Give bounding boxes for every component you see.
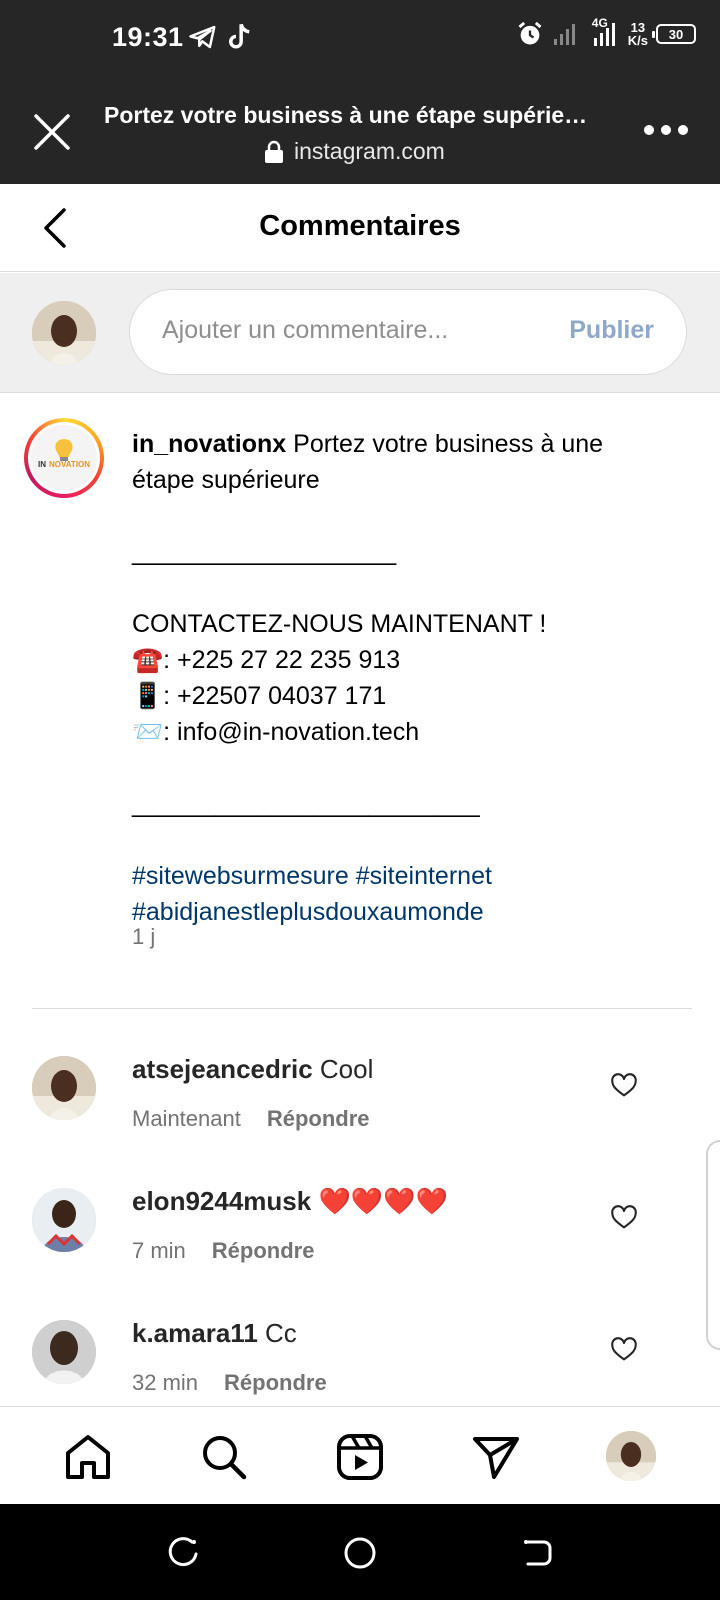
comment-text: ❤️❤️❤️❤️ [318,1186,448,1216]
divider [32,1008,692,1009]
comment-meta: 7 min Répondre [132,1238,314,1264]
heart-icon[interactable] [610,1336,638,1364]
caption-text: in_novationx Portez votre business à une… [132,426,692,930]
reels-icon[interactable] [334,1431,386,1483]
status-right-group: 4G 13 K/s 30 [516,16,696,48]
contact-email: 📨: info@in-novation.tech [132,718,420,746]
hashtag-link[interactable]: #abidjanestleplusdouxaumonde [132,898,484,926]
contact-heading: CONTACTEZ-NOUS MAINTENANT ! [132,610,547,638]
alarm-icon [518,21,542,45]
network-speed: 13 K/s [628,21,648,47]
reply-button[interactable]: Répondre [224,1370,327,1396]
avatar-portrait-icon [32,301,96,365]
in-novation-logo: IN NOVATION [31,425,97,491]
comment-content: elon9244musk ❤️❤️❤️❤️ [132,1186,448,1217]
publish-button[interactable]: Publier [569,316,654,345]
heart-icon[interactable] [610,1204,638,1232]
browser-page-title: Portez votre business à une étape supéri… [104,102,588,128]
lock-icon [265,140,283,163]
page-title: Commentaires [259,210,461,242]
svg-text:IN: IN [38,460,46,469]
browser-url-text: instagram.com [294,138,445,164]
comments-header: Commentaires [0,184,720,272]
avatar-portrait-icon [32,1188,96,1252]
comment-time: 7 min [132,1238,186,1263]
comment-item: elon9244musk ❤️❤️❤️❤️ 7 min Répondre [0,1168,720,1300]
comment-username[interactable]: k.amara11 [132,1318,258,1348]
author-avatar-story-ring[interactable]: IN NOVATION [24,418,104,498]
home-icon[interactable] [62,1431,114,1483]
close-icon[interactable] [30,110,74,154]
current-user-avatar [32,301,96,365]
status-app-icons [188,22,254,52]
recents-icon[interactable] [164,1534,202,1572]
comment-time: Maintenant [132,1106,241,1131]
signal-icon [553,24,575,45]
hashtag-link[interactable]: #sitewebsurmesure [132,862,349,890]
contact-phone-mobile: 📱: +22507 04037 171 [132,682,387,710]
comment-item: atsejeancedric Cool Maintenant Répondre [0,1036,720,1168]
status-bar: 19:31 4G 13 K/s 30 [0,0,720,82]
caption-separator: ___________________ [132,538,397,566]
comment-composer: Publier [0,273,720,393]
caption-line-1: Portez votre business à une [293,430,604,458]
mobile-data-indicator: 4G [590,16,620,48]
comment-time: 32 min [132,1370,199,1395]
commenter-avatar[interactable] [32,1320,96,1384]
system-navigation-bar [0,1504,720,1600]
post-timestamp: 1 j [132,924,156,949]
reply-button[interactable]: Répondre [267,1106,370,1132]
comment-meta: 32 min Répondre [132,1370,327,1396]
commenter-avatar[interactable] [32,1188,96,1252]
browser-url: instagram.com [264,138,445,165]
avatar-portrait-icon [606,1431,656,1481]
more-icon[interactable] [642,118,690,142]
comment-input[interactable] [162,316,522,345]
comment-content: atsejeancedric Cool [132,1054,373,1085]
in-app-browser-toolbar: Portez votre business à une étape supéri… [0,82,720,184]
tiktok-icon [229,23,250,49]
comment-text: Cool [319,1054,374,1084]
heart-icon[interactable] [610,1072,638,1100]
comment-text: Cc [265,1318,297,1348]
caption-separator: _________________________ [132,790,480,818]
status-time: 19:31 [112,22,184,52]
hashtag-link[interactable]: #siteinternet [356,862,492,890]
post-author-username[interactable]: in_novationx [132,430,286,458]
profile-avatar[interactable] [606,1431,656,1481]
battery-level: 30 [668,26,684,42]
edge-panel-handle[interactable] [706,1140,720,1350]
network-speed-unit: K/s [627,33,648,48]
battery-icon: 30 [652,24,696,44]
network-type: 4G [591,16,608,30]
avatar-portrait-icon [32,1320,96,1384]
contact-phone-landline: ☎️: +225 27 22 235 913 [132,646,401,674]
svg-text:NOVATION: NOVATION [49,460,90,469]
comment-username[interactable]: atsejeancedric [132,1054,313,1084]
back-icon[interactable] [518,1534,556,1572]
home-circle-icon[interactable] [341,1534,379,1572]
telegram-icon [189,25,216,49]
bottom-navigation [0,1406,720,1504]
avatar-portrait-icon [32,1056,96,1120]
comment-content: k.amara11 Cc [132,1318,297,1349]
comment-input-container: Publier [129,289,687,375]
commenter-avatar[interactable] [32,1056,96,1120]
comment-meta: Maintenant Répondre [132,1106,370,1132]
reply-button[interactable]: Répondre [212,1238,315,1264]
search-icon[interactable] [198,1431,250,1483]
direct-icon[interactable] [470,1431,522,1483]
post-caption: IN NOVATION in_novationx Portez votre bu… [0,394,720,1010]
caption-line-2: étape supérieure [132,466,320,494]
comment-username[interactable]: elon9244musk [132,1186,311,1216]
